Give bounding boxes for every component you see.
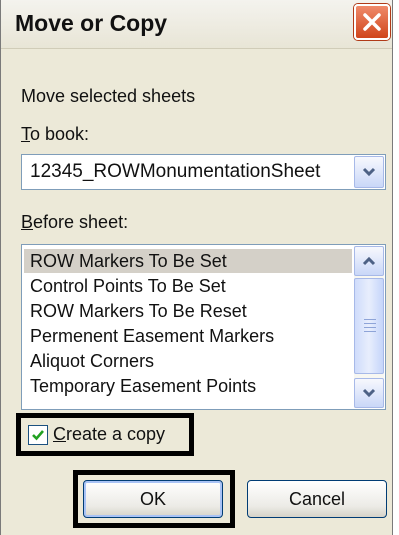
before-sheet-label: Before sheet:	[21, 212, 128, 233]
close-button[interactable]	[354, 4, 390, 40]
list-item-label: ROW Markers To Be Set	[30, 251, 227, 271]
list-item[interactable]: Permenent Easement Markers	[24, 324, 352, 348]
cancel-button[interactable]: Cancel	[247, 480, 387, 518]
list-item-label: Aliquot Corners	[30, 351, 155, 371]
move-or-copy-dialog: Move or Copy Move selected sheets To boo…	[0, 0, 393, 535]
scroll-thumb[interactable]	[354, 278, 384, 374]
scroll-up-button[interactable]	[354, 246, 384, 276]
list-item-label: ROW Markers To Be Reset	[30, 301, 247, 321]
move-selected-sheets-label: Move selected sheets	[21, 86, 196, 106]
before-sheet-label-text: efore sheet:	[33, 212, 129, 232]
list-item[interactable]: ROW Markers To Be Reset	[24, 299, 352, 323]
chevron-up-icon	[362, 256, 376, 266]
list-item[interactable]: Aliquot Corners	[24, 349, 352, 373]
before-sheet-list[interactable]: ROW Markers To Be Set Control Points To …	[21, 244, 386, 410]
list-item[interactable]: ROW Markers To Be Set	[24, 249, 352, 273]
thumb-grip	[364, 323, 376, 324]
to-book-value: 12345_ROWMonumentationSheet	[30, 161, 321, 182]
thumb-grip	[364, 327, 376, 328]
create-copy-checkbox[interactable]	[28, 425, 48, 445]
to-book-mnemonic: T	[21, 124, 30, 144]
to-book-label: To book:	[21, 124, 89, 145]
list-item[interactable]: Control Points To Be Set	[24, 274, 352, 298]
chevron-down-icon	[362, 388, 376, 398]
list-item[interactable]: Temporary Easement Points	[24, 374, 352, 398]
close-icon	[363, 13, 381, 31]
create-copy-highlight: Create a copy	[16, 413, 194, 456]
list-item-label: Temporary Easement Points	[30, 376, 257, 396]
checkmark-icon	[32, 430, 44, 441]
ok-button[interactable]: OK	[83, 480, 223, 518]
dropdown-button[interactable]	[354, 156, 384, 188]
create-copy-mnemonic: C	[53, 424, 66, 444]
scroll-down-button[interactable]	[354, 378, 384, 408]
thumb-grip	[364, 331, 376, 332]
to-book-label-text: o book:	[30, 124, 90, 144]
to-book-dropdown[interactable]: 12345_ROWMonumentationSheet	[21, 154, 386, 190]
chevron-down-icon	[362, 167, 376, 177]
title-bar[interactable]: Move or Copy	[1, 0, 392, 49]
list-item-label: Permenent Easement Markers	[30, 326, 275, 346]
list-item-label: Control Points To Be Set	[30, 276, 226, 296]
create-copy-label[interactable]: Create a copy	[53, 424, 165, 445]
before-sheet-mnemonic: B	[21, 212, 34, 232]
dialog-title: Move or Copy	[15, 10, 168, 36]
create-copy-label-text: reate a copy	[66, 424, 166, 444]
thumb-grip	[364, 319, 376, 320]
list-scrollbar[interactable]	[354, 246, 384, 408]
